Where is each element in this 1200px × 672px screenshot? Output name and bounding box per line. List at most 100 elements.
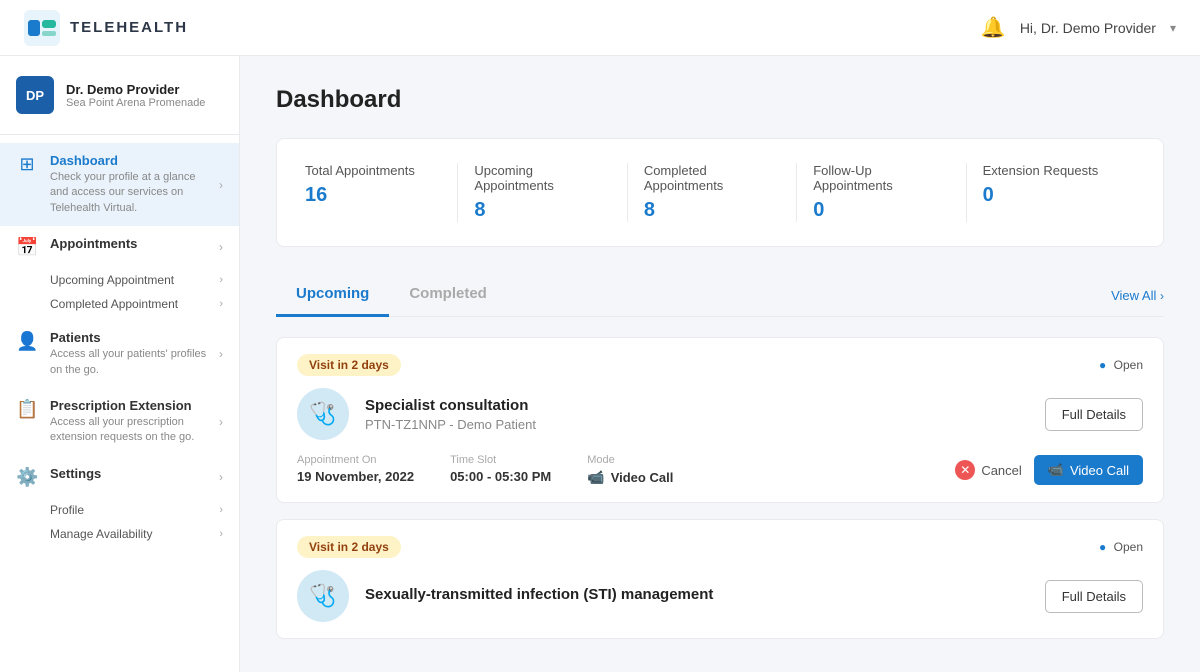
- patients-label: Patients: [50, 330, 207, 345]
- appt-date-label: Appointment On: [297, 454, 414, 466]
- appt-time-group: Time Slot 05:00 - 05:30 PM: [450, 454, 551, 486]
- page-title: Dashboard: [276, 86, 1164, 114]
- video-call-label: Video Call: [1070, 463, 1129, 478]
- sidebar-item-prescription[interactable]: 📋 Prescription Extension Access all your…: [0, 388, 239, 456]
- stat-extension-requests: Extension Requests 0: [967, 163, 1135, 222]
- appt-icon-2: 🩺: [297, 570, 349, 622]
- upcoming-arrow-icon: ›: [219, 274, 223, 286]
- cancel-circle-icon: ✕: [955, 460, 975, 480]
- stat-followup-appointments: Follow-Up Appointments 0: [797, 163, 966, 222]
- appt-date-value: 19 November, 2022: [297, 469, 414, 484]
- profile-info: Dr. Demo Provider Sea Point Arena Promen…: [66, 82, 205, 109]
- appt-mode-label: Mode: [587, 454, 673, 466]
- cancel-button-1[interactable]: ✕ Cancel: [955, 460, 1021, 480]
- appt-mode-row: 📹 Video Call: [587, 469, 673, 486]
- visit-badge-1: Visit in 2 days: [297, 354, 401, 376]
- dashboard-icon: ⊞: [16, 154, 38, 175]
- avatar: DP: [16, 76, 54, 114]
- stat-upcoming-value: 8: [474, 199, 610, 222]
- appt-mode-group: Mode 📹 Video Call: [587, 454, 673, 486]
- appt-time-value: 05:00 - 05:30 PM: [450, 469, 551, 484]
- view-all-link[interactable]: View All ›: [1111, 288, 1164, 303]
- video-call-button-1[interactable]: 📹 Video Call: [1034, 455, 1143, 485]
- stat-followup-value: 0: [813, 199, 949, 222]
- appt-actions-2: Full Details: [1045, 580, 1143, 613]
- profile-subitem-label: Profile: [50, 503, 84, 517]
- video-icon: 📹: [587, 469, 604, 486]
- notification-bell-icon[interactable]: 🔔: [981, 15, 1006, 40]
- stat-completed-label: Completed Appointments: [644, 163, 780, 193]
- visit-badge-2: Visit in 2 days: [297, 536, 401, 558]
- settings-icon: ⚙️: [16, 467, 38, 488]
- patients-icon: 👤: [16, 331, 38, 352]
- appointments-icon: 📅: [16, 237, 38, 258]
- stat-extension-label: Extension Requests: [983, 163, 1119, 178]
- prescription-label: Prescription Extension: [50, 398, 207, 413]
- open-status-1: ● Open: [1099, 358, 1143, 372]
- open-dot-icon-2: ●: [1099, 540, 1106, 554]
- prescription-desc: Access all your prescription extension r…: [50, 415, 207, 446]
- appt-patient-1: PTN-TZ1NNP - Demo Patient: [365, 417, 1029, 432]
- appt-info-1: Specialist consultation PTN-TZ1NNP - Dem…: [365, 397, 1029, 432]
- sidebar-item-patients[interactable]: 👤 Patients Access all your patients' pro…: [0, 320, 239, 388]
- completed-appointment-label: Completed Appointment: [50, 297, 178, 311]
- appt-title-2: Sexually-transmitted infection (STI) man…: [365, 586, 1029, 603]
- status-label-2: Open: [1114, 540, 1143, 554]
- logo: TELEHEALTH: [24, 10, 188, 46]
- dashboard-label: Dashboard: [50, 153, 207, 168]
- appt-mode-value: Video Call: [611, 470, 674, 485]
- appt-card-body-1: 🩺 Specialist consultation PTN-TZ1NNP - D…: [297, 388, 1143, 440]
- dashboard-arrow-icon: ›: [219, 178, 223, 192]
- upcoming-appointment-subitem[interactable]: Upcoming Appointment ›: [50, 268, 223, 292]
- stat-upcoming-label: Upcoming Appointments: [474, 163, 610, 193]
- tab-upcoming[interactable]: Upcoming: [276, 275, 389, 317]
- appt-bottom-actions-1: ✕ Cancel 📹 Video Call: [955, 454, 1143, 486]
- view-all-arrow-icon: ›: [1160, 289, 1164, 303]
- appt-icon-1: 🩺: [297, 388, 349, 440]
- sidebar-profile: DP Dr. Demo Provider Sea Point Arena Pro…: [0, 56, 239, 135]
- topnav-right: 🔔 Hi, Dr. Demo Provider ▾: [981, 15, 1176, 40]
- completed-appointment-subitem[interactable]: Completed Appointment ›: [50, 292, 223, 316]
- settings-subitems: Profile › Manage Availability ›: [0, 498, 239, 550]
- appt-card-body-2: 🩺 Sexually-transmitted infection (STI) m…: [297, 570, 1143, 622]
- appt-type-icon-1: 🩺: [309, 401, 336, 427]
- sidebar-item-settings[interactable]: ⚙️ Settings ›: [0, 456, 239, 498]
- manage-avail-arrow-icon: ›: [219, 528, 223, 540]
- patients-desc: Access all your patients' profiles on th…: [50, 347, 207, 378]
- appointments-arrow-icon: ›: [219, 240, 223, 254]
- stat-completed-appointments: Completed Appointments 8: [628, 163, 797, 222]
- stat-total-appointments: Total Appointments 16: [305, 163, 458, 222]
- stat-completed-value: 8: [644, 199, 780, 222]
- prescription-icon: 📋: [16, 399, 38, 420]
- cancel-label: Cancel: [981, 463, 1021, 478]
- sidebar-item-dashboard[interactable]: ⊞ Dashboard Check your profile at a glan…: [0, 143, 239, 226]
- settings-label: Settings: [50, 466, 207, 481]
- appointments-label: Appointments: [50, 236, 207, 251]
- appt-date-group: Appointment On 19 November, 2022: [297, 454, 414, 486]
- stat-total-value: 16: [305, 184, 441, 207]
- video-call-icon: 📹: [1048, 462, 1064, 478]
- status-label-1: Open: [1114, 358, 1143, 372]
- full-details-button-2[interactable]: Full Details: [1045, 580, 1143, 613]
- user-greeting: Hi, Dr. Demo Provider: [1020, 20, 1156, 36]
- upcoming-appointment-label: Upcoming Appointment: [50, 273, 174, 287]
- manage-availability-subitem[interactable]: Manage Availability ›: [50, 522, 223, 546]
- profile-location: Sea Point Arena Promenade: [66, 97, 205, 109]
- app-name: TELEHEALTH: [70, 19, 188, 36]
- appt-title-1: Specialist consultation: [365, 397, 1029, 414]
- stat-followup-label: Follow-Up Appointments: [813, 163, 949, 193]
- settings-arrow-icon: ›: [219, 470, 223, 484]
- full-details-button-1[interactable]: Full Details: [1045, 398, 1143, 431]
- tab-completed[interactable]: Completed: [389, 275, 507, 317]
- appointment-card-1: Visit in 2 days ● Open 🩺 Specialist cons…: [276, 337, 1164, 503]
- open-dot-icon-1: ●: [1099, 358, 1106, 372]
- sidebar-item-appointments[interactable]: 📅 Appointments ›: [0, 226, 239, 268]
- stat-total-label: Total Appointments: [305, 163, 441, 178]
- appt-time-label: Time Slot: [450, 454, 551, 466]
- tabs-row: Upcoming Completed View All ›: [276, 275, 1164, 317]
- stats-card: Total Appointments 16 Upcoming Appointme…: [276, 138, 1164, 247]
- profile-subitem[interactable]: Profile ›: [50, 498, 223, 522]
- appt-type-icon-2: 🩺: [309, 583, 336, 609]
- profile-arrow-icon: ›: [219, 504, 223, 516]
- chevron-down-icon[interactable]: ▾: [1170, 21, 1176, 35]
